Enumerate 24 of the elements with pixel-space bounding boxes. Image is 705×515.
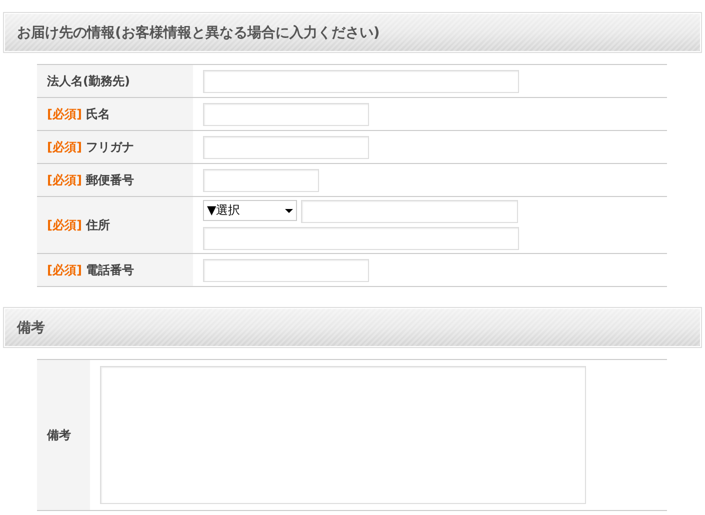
field-label: 氏名 [86, 106, 110, 122]
required-mark: [必須] [47, 172, 82, 188]
input-field[interactable] [203, 258, 369, 282]
input-field[interactable] [203, 70, 519, 92]
prefecture-dropdown[interactable]: ▼選択 [203, 200, 297, 221]
required-mark: [必須] [47, 262, 82, 278]
required-mark: [必須] [47, 138, 82, 156]
input-field[interactable] [203, 168, 319, 192]
required-mark: [必須] [47, 216, 82, 234]
input-field[interactable] [203, 102, 369, 126]
caret-icon [285, 208, 293, 212]
field-label: 法人名(勤務先) [47, 72, 130, 90]
input-field[interactable] [203, 136, 369, 158]
input-field[interactable] [203, 227, 519, 250]
notes-field[interactable] [100, 366, 586, 504]
section-heading: お届け先の情報(お客様情報と異なる場合に入力ください) [3, 12, 702, 53]
field-label: 備考 [47, 426, 71, 444]
input-field[interactable] [301, 200, 518, 223]
field-label: 郵便番号 [86, 172, 134, 188]
field-label: フリガナ [86, 138, 134, 156]
section-heading: 備考 [3, 307, 702, 348]
required-mark: [必須] [47, 106, 82, 122]
field-label: 電話番号 [86, 262, 134, 278]
field-label: 住所 [86, 216, 110, 234]
